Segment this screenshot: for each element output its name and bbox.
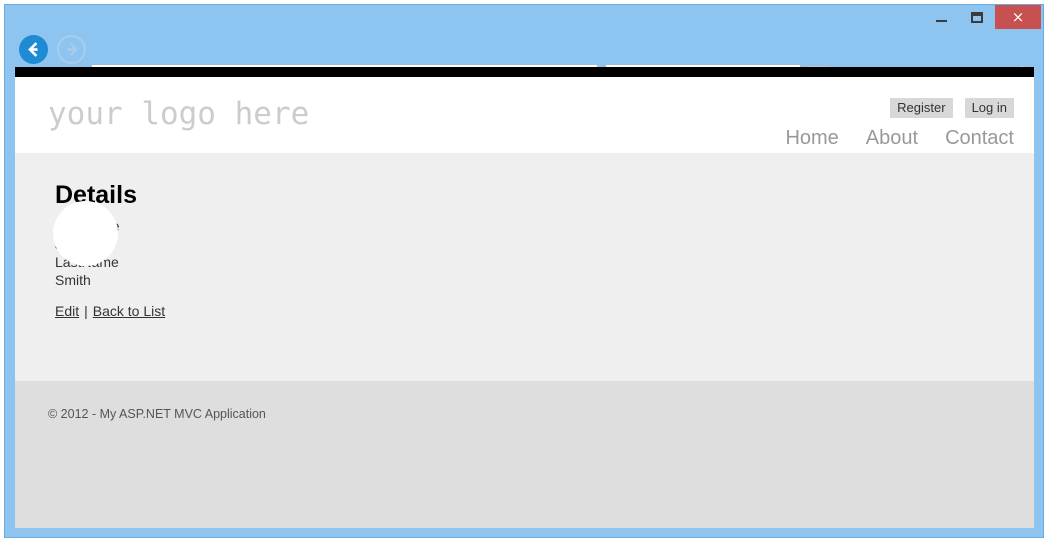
top-black-bar	[15, 67, 1034, 77]
close-button[interactable]: ×	[995, 5, 1041, 29]
footer-copyright: © 2012 - My ASP.NET MVC Application	[48, 407, 266, 421]
page-viewport: your logo here Register Log in Home Abou…	[15, 67, 1034, 528]
site-header: your logo here Register Log in Home Abou…	[15, 77, 1034, 153]
auth-links: Register Log in	[890, 98, 1014, 118]
register-link[interactable]: Register	[890, 98, 953, 118]
back-button[interactable]	[19, 35, 48, 64]
site-footer: © 2012 - My ASP.NET MVC Application	[15, 381, 1034, 528]
minimize-button[interactable]	[923, 5, 959, 29]
action-links: Edit | Back to List	[55, 303, 165, 319]
browser-window: × http://localhost:56705/Person/Details/…	[4, 4, 1044, 538]
forward-button[interactable]	[57, 35, 86, 64]
main-navigation: Home About Contact	[785, 127, 1014, 150]
nav-contact[interactable]: Contact	[945, 127, 1014, 150]
title-bar: ×	[5, 5, 1043, 31]
link-separator: |	[84, 303, 88, 319]
content-area: Details FirstName John LastName Smith Ed…	[15, 153, 1034, 381]
login-link[interactable]: Log in	[964, 98, 1014, 118]
window-controls: ×	[923, 5, 1041, 29]
arrow-right-icon	[67, 43, 78, 56]
detail-value-lastname: Smith	[55, 272, 91, 288]
maximize-button[interactable]	[959, 5, 995, 29]
edit-link[interactable]: Edit	[55, 303, 79, 319]
arrow-left-icon	[28, 42, 38, 57]
browser-toolbar: http://localhost:56705/Person/Details/1 …	[5, 31, 1043, 89]
nav-home[interactable]: Home	[785, 127, 838, 150]
nav-about[interactable]: About	[866, 127, 918, 150]
back-to-list-link[interactable]: Back to List	[93, 303, 165, 319]
header-circle-decoration	[53, 201, 118, 266]
site-logo[interactable]: your logo here	[48, 96, 309, 132]
